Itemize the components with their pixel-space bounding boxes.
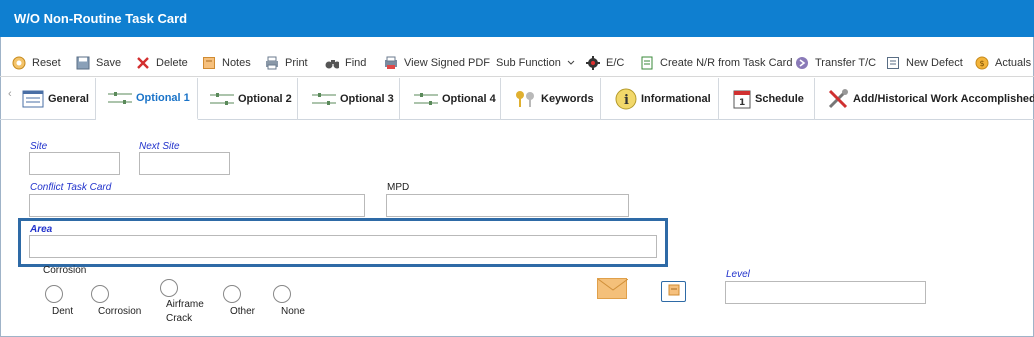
tab-optional-2[interactable]: Optional 2	[198, 78, 298, 120]
coin-icon: $	[975, 56, 989, 70]
delete-icon	[136, 56, 150, 70]
save-icon	[76, 56, 90, 70]
svg-text:i: i	[624, 93, 629, 108]
reset-button[interactable]: Reset	[12, 54, 61, 72]
reset-icon	[12, 56, 26, 70]
level-label: Level	[726, 269, 750, 280]
radio-other-label: Other	[230, 306, 256, 317]
window-title: W/O Non-Routine Task Card	[14, 11, 188, 26]
tab-schedule[interactable]: 1 Schedule	[719, 78, 815, 120]
keys-icon	[515, 90, 537, 108]
sub-function-menu[interactable]: Sub Function	[496, 54, 575, 72]
find-button[interactable]: Find	[325, 54, 366, 72]
print-icon	[265, 56, 279, 70]
tools-icon	[827, 88, 849, 110]
actuals-button[interactable]: $ Actuals	[975, 54, 1031, 72]
tab-optional-1[interactable]: Optional 1	[96, 78, 198, 120]
transfer-icon	[795, 56, 809, 70]
mpd-field[interactable]	[386, 194, 629, 217]
radio-airframe-crack-label-line1: Airframe	[166, 299, 204, 310]
transfer-tc-button[interactable]: Transfer T/C	[795, 54, 876, 72]
general-icon	[22, 90, 44, 108]
radio-corrosion[interactable]	[91, 285, 109, 303]
memo-icon	[668, 284, 680, 299]
create-nr-button[interactable]: Create N/R from Task Card	[640, 54, 792, 72]
sliders-icon	[210, 92, 234, 106]
document-icon	[640, 56, 654, 70]
save-button[interactable]: Save	[76, 54, 121, 72]
svg-text:$: $	[980, 59, 985, 68]
svg-text:1: 1	[739, 98, 745, 108]
next-site-field[interactable]	[139, 152, 230, 175]
tab-strip: General Optional 1 Optional 2 Optional 3…	[0, 78, 1034, 120]
corrosion-group-label: Corrosion	[43, 265, 87, 276]
sliders-icon	[414, 92, 438, 106]
ec-button[interactable]: E/C	[586, 54, 624, 72]
new-defect-icon	[886, 56, 900, 70]
radio-none-label: None	[281, 306, 305, 317]
chevron-down-icon	[567, 56, 575, 70]
site-field[interactable]	[29, 152, 120, 175]
toolbar: Reset Save Delete Notes Print Find View …	[0, 47, 1034, 77]
area-label: Area	[30, 224, 53, 235]
mpd-label: MPD	[387, 182, 410, 193]
area-field[interactable]	[29, 235, 657, 258]
radio-other[interactable]	[223, 285, 241, 303]
tab-optional-4[interactable]: Optional 4	[400, 78, 501, 120]
radio-airframe-crack-label-line2: Crack	[166, 313, 193, 324]
radio-corrosion-label: Corrosion	[98, 306, 142, 317]
tab-general[interactable]: General	[18, 78, 96, 120]
pdf-printer-icon	[384, 56, 398, 70]
delete-button[interactable]: Delete	[136, 54, 188, 72]
notes-button[interactable]: Notes	[202, 54, 251, 72]
title-bar: W/O Non-Routine Task Card	[0, 0, 1034, 37]
envelope-icon[interactable]	[597, 278, 629, 299]
sliders-icon	[312, 92, 336, 106]
new-defect-button[interactable]: New Defect	[886, 54, 963, 72]
radio-dent-label: Dent	[52, 306, 74, 317]
radio-none[interactable]	[273, 285, 291, 303]
gear-icon	[586, 56, 600, 70]
sliders-icon	[108, 91, 132, 105]
view-signed-pdf-button[interactable]: View Signed PDF	[384, 54, 490, 72]
radio-dent[interactable]	[45, 285, 63, 303]
conflict-task-card-field[interactable]	[29, 194, 365, 217]
calendar-icon: 1	[733, 89, 751, 109]
site-label: Site	[30, 141, 48, 152]
binoculars-icon	[325, 56, 339, 70]
info-icon: i	[615, 88, 637, 110]
tab-optional-3[interactable]: Optional 3	[298, 78, 400, 120]
level-field[interactable]	[725, 281, 926, 304]
conflict-task-card-label: Conflict Task Card	[30, 182, 112, 193]
tab-keywords[interactable]: Keywords	[501, 78, 601, 120]
radio-airframe-crack[interactable]	[160, 279, 178, 297]
notes-icon	[202, 56, 216, 70]
memo-button[interactable]	[661, 281, 686, 302]
tab-add-historical-work[interactable]: Add/Historical Work Accomplished	[815, 78, 1034, 120]
tab-informational[interactable]: i Informational	[601, 78, 719, 120]
print-button[interactable]: Print	[265, 54, 308, 72]
next-site-label: Next Site	[139, 141, 180, 152]
